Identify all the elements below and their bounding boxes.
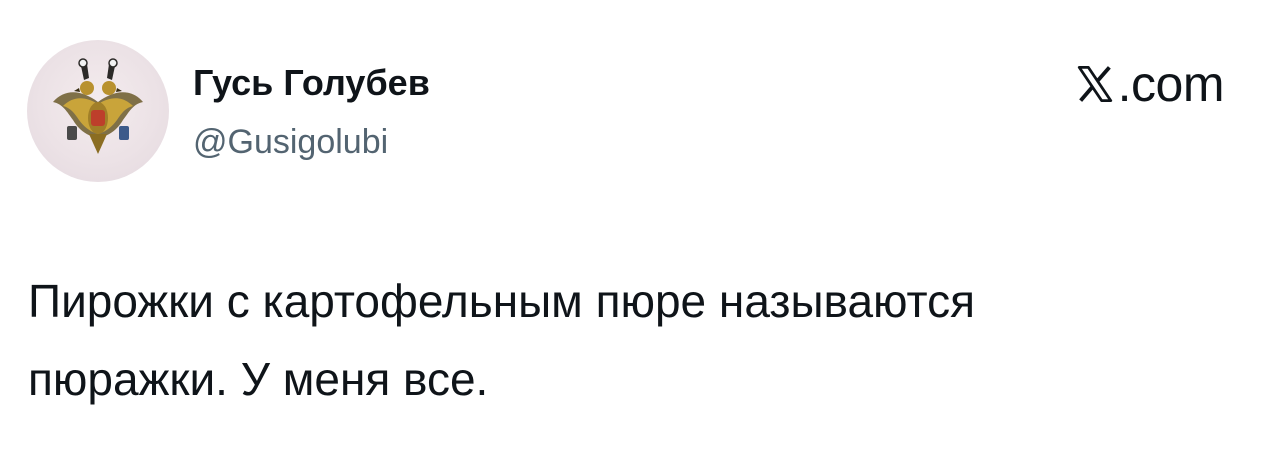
double-headed-eagle-emblem-icon [53, 58, 143, 154]
tweet-line: пюражки. У меня все. [28, 353, 489, 405]
brand-domain-text: .com [1117, 56, 1225, 112]
avatar[interactable] [27, 40, 169, 182]
tweet-line: Пирожки с картофельным пюре называются [28, 275, 975, 327]
x-com-brand: .com [1074, 56, 1225, 112]
tweet-card: Гусь Голубев @Gusigolubi .com Пирожки с … [0, 0, 1284, 449]
x-logo-icon [1077, 65, 1112, 103]
tweet-text: Пирожки с картофельным пюре называются п… [28, 262, 1228, 418]
author-handle[interactable]: @Gusigolubi [193, 121, 388, 163]
author-display-name[interactable]: Гусь Голубев [193, 61, 430, 105]
